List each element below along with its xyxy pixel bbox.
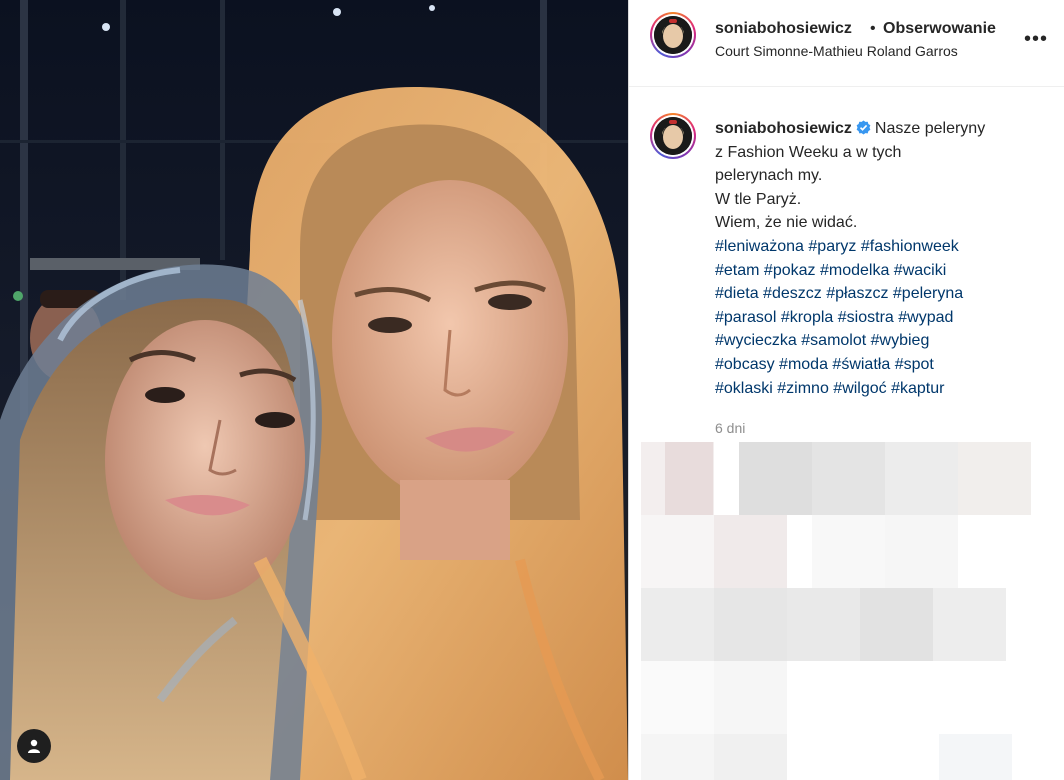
pixel-block bbox=[933, 588, 1006, 661]
post-details-panel: soniabohosiewicz • Obserwowanie Court Si… bbox=[629, 0, 1064, 780]
pixelated-comments-area bbox=[629, 432, 1064, 780]
pixel-block bbox=[641, 515, 714, 588]
selfie-photo-illustration bbox=[0, 0, 628, 780]
pixel-block bbox=[714, 661, 787, 734]
hashtag-link[interactable]: #parasol bbox=[715, 309, 776, 326]
avatar[interactable] bbox=[650, 12, 696, 58]
pixel-block bbox=[885, 515, 958, 588]
caption-avatar-border bbox=[652, 115, 694, 157]
hashtag-line: #dieta #deszcz #płaszcz #peleryna bbox=[715, 282, 1025, 306]
post-header: soniabohosiewicz • Obserwowanie Court Si… bbox=[629, 0, 1064, 87]
follow-status-button[interactable]: Obserwowanie bbox=[883, 20, 996, 38]
pixel-block bbox=[665, 442, 713, 515]
avatar-portrait-icon bbox=[654, 16, 692, 54]
caption-username-link[interactable]: soniabohosiewicz bbox=[715, 120, 852, 137]
hashtag-link[interactable]: #peleryna bbox=[893, 285, 963, 302]
hashtag-link[interactable]: #wycieczka bbox=[715, 332, 797, 349]
tagged-users-button[interactable] bbox=[17, 729, 51, 763]
caption-line-3: pelerynach my. bbox=[715, 167, 823, 185]
pixel-block bbox=[939, 734, 1012, 780]
hashtag-link[interactable]: #modelka bbox=[820, 262, 889, 279]
more-options-icon[interactable]: ••• bbox=[1024, 28, 1048, 51]
pixel-block bbox=[641, 661, 714, 734]
location-link[interactable]: Court Simonne-Mathieu Roland Garros bbox=[715, 43, 958, 59]
hashtag-link[interactable]: #płaszcz bbox=[826, 285, 888, 302]
hashtag-link[interactable]: #spot bbox=[895, 356, 934, 373]
caption-avatar[interactable] bbox=[650, 113, 696, 159]
hashtag-link[interactable]: #samolot bbox=[801, 332, 866, 349]
caption-line-5: Wiem, że nie widać. bbox=[715, 214, 858, 232]
hashtag-link[interactable]: #fashionweek bbox=[861, 238, 959, 255]
pixel-block bbox=[812, 515, 885, 588]
post-photo[interactable] bbox=[0, 0, 628, 780]
avatar-border bbox=[652, 14, 694, 56]
pixel-block bbox=[714, 734, 787, 780]
hashtag-line: #parasol #kropla #siostra #wypad bbox=[715, 306, 1025, 330]
hashtag-link[interactable]: #deszcz bbox=[763, 285, 822, 302]
avatar-portrait-icon bbox=[654, 117, 692, 155]
caption-avatar-image bbox=[654, 117, 692, 155]
post-caption: soniabohosiewicz Nasze peleryny z Fashion… bbox=[715, 117, 1025, 400]
user-icon bbox=[28, 739, 40, 753]
hashtag-link[interactable]: #oklaski bbox=[715, 380, 773, 397]
caption-line-1: Nasze peleryny bbox=[874, 120, 986, 137]
hashtag-line: #wycieczka #samolot #wybieg bbox=[715, 329, 1025, 353]
hashtag-link[interactable]: #kropla bbox=[781, 309, 833, 326]
avatar-image bbox=[654, 16, 692, 54]
hashtag-link[interactable]: #wybieg bbox=[871, 332, 930, 349]
pixel-block bbox=[714, 515, 787, 588]
hashtag-link[interactable]: #paryz bbox=[808, 238, 856, 255]
pixel-block bbox=[641, 588, 714, 661]
hashtag-line: #leniważona #paryz #fashionweek bbox=[715, 235, 1025, 259]
pixel-block bbox=[787, 588, 860, 661]
hashtag-line: #etam #pokaz #modelka #waciki bbox=[715, 259, 1025, 283]
hashtag-link[interactable]: #moda bbox=[779, 356, 828, 373]
header-separator: • bbox=[870, 20, 876, 37]
caption-line-4: W tle Paryż. bbox=[715, 190, 802, 208]
hashtag-link[interactable]: #kaptur bbox=[891, 380, 944, 397]
hashtag-block: #leniważona #paryz #fashionweek #etam #p… bbox=[715, 235, 1025, 400]
hashtag-link[interactable]: #siostra bbox=[838, 309, 894, 326]
verified-badge-icon bbox=[856, 120, 871, 135]
hashtag-link[interactable]: #wypad bbox=[898, 309, 953, 326]
hashtag-link[interactable]: #etam bbox=[715, 262, 759, 279]
pixel-block bbox=[714, 588, 787, 661]
hashtag-link[interactable]: #waciki bbox=[894, 262, 946, 279]
caption-line-2: z Fashion Weeku a w tych bbox=[715, 143, 902, 161]
hashtag-link[interactable]: #wilgoć bbox=[833, 380, 886, 397]
header-username-link[interactable]: soniabohosiewicz bbox=[715, 20, 852, 38]
hashtag-link[interactable]: #dieta bbox=[715, 285, 759, 302]
pixel-block bbox=[885, 442, 958, 515]
hashtag-link[interactable]: #pokaz bbox=[764, 262, 816, 279]
hashtag-link[interactable]: #leniważona bbox=[715, 238, 804, 255]
hashtag-link[interactable]: #obcasy bbox=[715, 356, 775, 373]
hashtag-line: #obcasy #moda #światła #spot bbox=[715, 353, 1025, 377]
hashtag-line: #oklaski #zimno #wilgoć #kaptur bbox=[715, 377, 1025, 401]
hashtag-link[interactable]: #zimno bbox=[777, 380, 829, 397]
hashtag-link[interactable]: #światła bbox=[832, 356, 890, 373]
instagram-post-view: soniabohosiewicz • Obserwowanie Court Si… bbox=[0, 0, 1064, 780]
pixel-block bbox=[958, 442, 1031, 515]
pixel-block bbox=[739, 442, 812, 515]
pixel-block bbox=[812, 442, 885, 515]
pixel-block bbox=[641, 734, 714, 780]
pixel-block bbox=[860, 588, 933, 661]
